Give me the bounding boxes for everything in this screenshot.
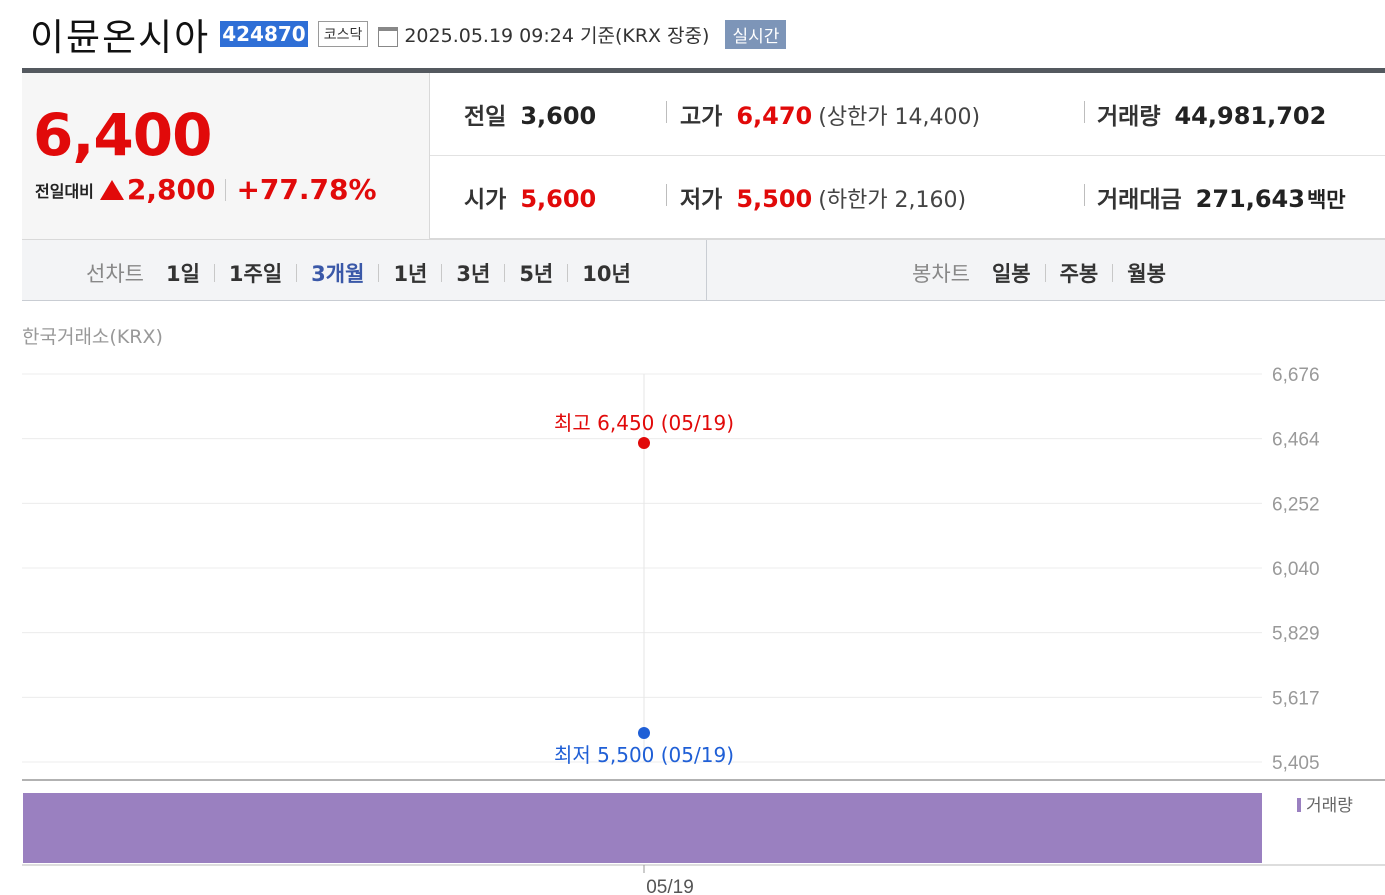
y-tick-label: 6,464 <box>1272 430 1320 451</box>
open-value: 5,600 <box>520 185 597 213</box>
price-chart: 6,676 6,464 6,252 6,040 5,829 5,617 5,405 최고 6,… <box>22 365 1385 895</box>
y-tick-label: 5,829 <box>1272 624 1320 645</box>
up-arrow-icon <box>99 179 124 200</box>
tab-line-1[interactable]: 1주일 <box>229 258 282 288</box>
amount-unit: 백만 <box>1306 188 1346 212</box>
info-separator <box>1084 184 1085 206</box>
amount-cell: 거래대금 271,643 백만 <box>1097 180 1346 214</box>
volume-value: 44,981,702 <box>1174 102 1327 130</box>
open-label: 시가 <box>464 187 507 213</box>
volume-cell: 거래량 44,981,702 <box>1097 97 1326 131</box>
info-row-2: 시가 5,600 저가 5,500 (하한가 2,160) 거래대금 271,6… <box>430 156 1385 239</box>
x-tick-label: 05/19 <box>646 877 694 895</box>
low-label: 저가 <box>680 187 723 213</box>
tab-separator <box>567 264 569 282</box>
realtime-button[interactable]: 실시간 <box>725 19 787 49</box>
info-separator <box>1084 101 1085 123</box>
stock-name: 이뮨온시아 <box>30 16 211 59</box>
info-row-1: 전일 3,600 고가 6,470 (상한가 14,400) 거래량 44,98… <box>430 73 1385 156</box>
tab-separator <box>504 264 506 282</box>
volume-bar <box>23 793 1262 863</box>
tab-candle-1[interactable]: 주봉 <box>1060 258 1099 288</box>
info-separator <box>666 184 667 206</box>
info-separator <box>666 101 667 123</box>
high-value: 6,470 <box>736 102 813 130</box>
change-percent: +77.78% <box>236 173 377 206</box>
datetime-value: 2025.05.19 09:24 <box>404 24 574 47</box>
candle-chart-tabs: 봉차트 일봉 주봉 월봉 <box>912 258 1166 288</box>
upper-limit: (상한가 14,400) <box>818 105 981 130</box>
change-amount: 2,800 <box>126 173 216 206</box>
tab-line-0[interactable]: 1일 <box>166 258 200 288</box>
low-cell: 저가 5,500 (하한가 2,160) <box>680 180 966 214</box>
line-chart-tabs: 선차트 1일 1주일 3개월 1년 3년 5년 10년 <box>86 258 631 288</box>
high-label: 최고 6,450 (05/19) <box>554 411 734 435</box>
volume-label: 거래량 <box>1097 104 1161 130</box>
tab-separator <box>378 264 380 282</box>
change-row: 전일대비 2,800 +77.78% <box>35 173 377 206</box>
stock-header: 이뮨온시아 424870 코스닥 2025.05.19 09:24 기준(KRX… <box>30 8 787 60</box>
tab-separator <box>1112 264 1114 282</box>
high-label: 고가 <box>680 104 723 130</box>
basis-text: 기준(KRX 장중) <box>579 24 710 47</box>
tab-separator <box>296 264 298 282</box>
tab-candle-2[interactable]: 월봉 <box>1127 258 1166 288</box>
open-cell: 시가 5,600 <box>464 180 596 214</box>
prev-close-cell: 전일 3,600 <box>464 97 596 131</box>
tab-line-5[interactable]: 5년 <box>519 258 553 288</box>
calendar-icon <box>378 27 399 47</box>
stock-code[interactable]: 424870 <box>220 21 308 47</box>
tab-line-6[interactable]: 10년 <box>582 258 631 288</box>
change-separator <box>225 178 227 201</box>
lower-limit: (하한가 2,160) <box>818 188 967 213</box>
high-point <box>638 436 650 449</box>
low-label: 최저 5,500 (05/19) <box>554 743 734 767</box>
y-tick-label: 5,617 <box>1272 688 1320 709</box>
exchange-label: 한국거래소(KRX) <box>22 326 163 348</box>
current-price: 6,400 <box>33 101 212 169</box>
amount-label: 거래대금 <box>1097 187 1182 213</box>
low-value: 5,500 <box>736 185 813 213</box>
tab-line-3[interactable]: 1년 <box>393 258 427 288</box>
header-datetime: 2025.05.19 09:24 기준(KRX 장중) <box>404 21 709 48</box>
y-tick-label: 6,040 <box>1272 559 1320 580</box>
y-tick-label: 6,252 <box>1272 494 1320 515</box>
prev-close-value: 3,600 <box>520 102 597 130</box>
low-point <box>638 726 650 739</box>
tab-divider <box>706 240 707 300</box>
price-panel: 6,400 전일대비 2,800 +77.78% <box>22 73 430 239</box>
price-info-grid: 전일 3,600 고가 6,470 (상한가 14,400) 거래량 44,98… <box>430 73 1385 239</box>
chart-tab-bar: 선차트 1일 1주일 3개월 1년 3년 5년 10년 봉차트 일봉 주봉 월봉 <box>22 239 1385 301</box>
prev-close-label: 전일 <box>464 104 507 130</box>
y-tick-label: 6,676 <box>1272 365 1320 386</box>
tab-candle-0[interactable]: 일봉 <box>992 258 1031 288</box>
tab-line-4[interactable]: 3년 <box>456 258 490 288</box>
y-tick-label: 5,405 <box>1272 753 1320 774</box>
high-cell: 고가 6,470 (상한가 14,400) <box>680 97 980 131</box>
volume-legend-label: 거래량 <box>1306 796 1353 816</box>
change-label: 전일대비 <box>35 181 94 201</box>
volume-legend-swatch <box>1297 798 1301 812</box>
line-chart-title: 선차트 <box>86 262 144 286</box>
candle-chart-title: 봉차트 <box>912 262 970 286</box>
amount-value: 271,643 <box>1195 185 1305 213</box>
market-badge: 코스닥 <box>317 21 369 47</box>
tab-separator <box>213 264 215 282</box>
tab-separator <box>1044 264 1046 282</box>
tab-line-2[interactable]: 3개월 <box>311 258 364 288</box>
tab-separator <box>441 264 443 282</box>
